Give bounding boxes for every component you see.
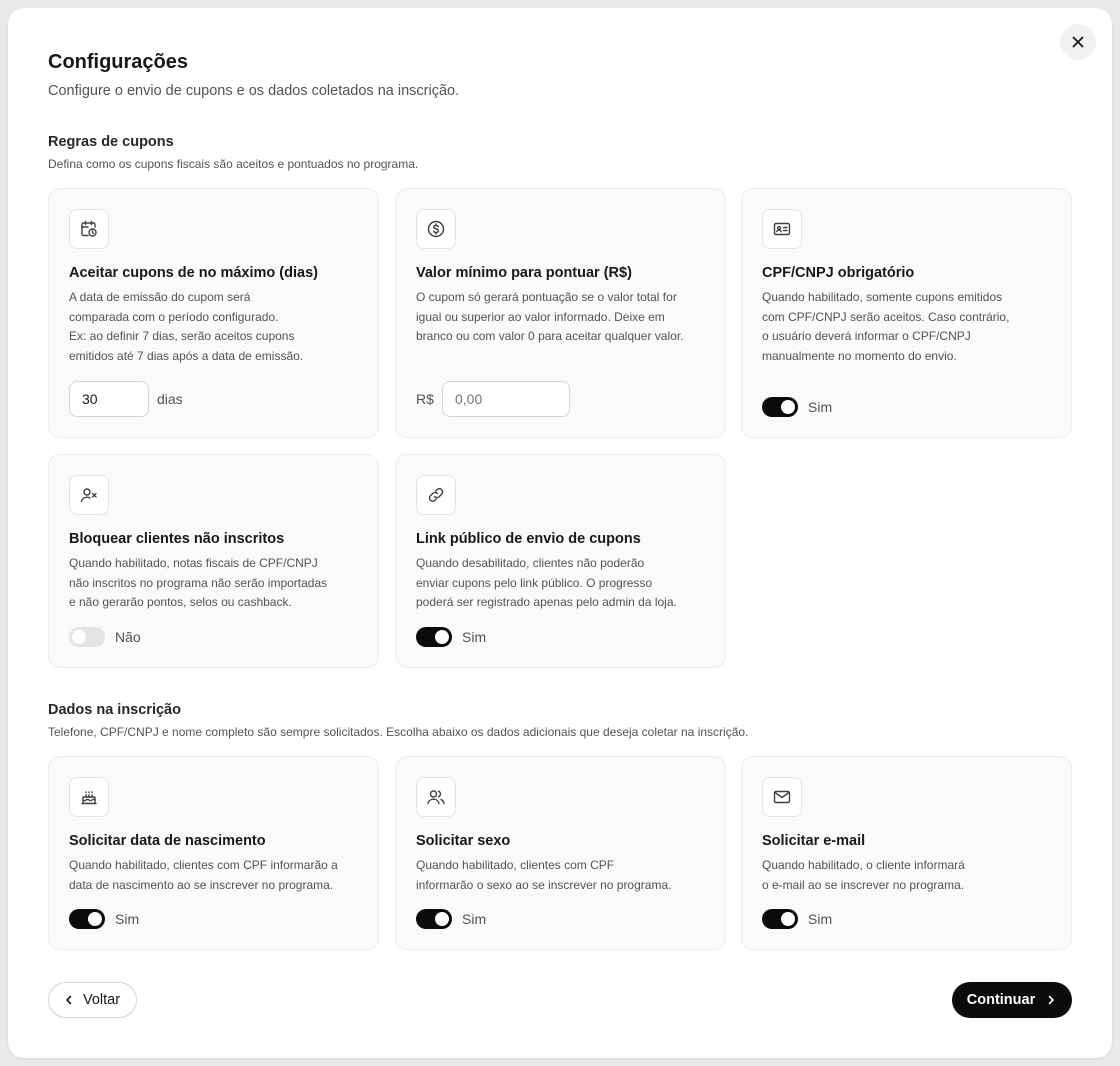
public-link-description: Quando desabilitado, clientes não poderã…	[416, 554, 706, 613]
description-line: informarão o sexo ao se inscrever no pro…	[416, 877, 672, 892]
dialog-header: Configurações Configure o envio de cupon…	[48, 51, 459, 99]
max-days-unit: dias	[157, 391, 183, 407]
signup-data-title: Dados na inscrição	[48, 702, 181, 718]
block-unregistered-title: Bloquear clientes não inscritos	[69, 531, 285, 547]
user-x-icon	[69, 475, 109, 515]
gender-card: Solicitar sexo Quando habilitado, client…	[395, 756, 726, 950]
dollar-circle-icon	[416, 209, 456, 249]
gender-toggle-label: Sim	[462, 911, 487, 927]
public-link-toggle[interactable]	[416, 627, 452, 647]
cpf-required-toggle-row: Sim	[762, 397, 832, 417]
description-line: poderá ser registrado apenas pelo admin …	[416, 595, 677, 609]
toggle-knob	[781, 400, 795, 414]
calendar-clock-icon	[69, 209, 109, 249]
birthdate-toggle-row: Sim	[69, 909, 139, 929]
gender-description: Quando habilitado, clientes com CPF info…	[416, 856, 706, 895]
toggle-knob	[435, 630, 449, 644]
description-line: o usuário deverá informar o CPF/CNPJ	[762, 329, 971, 343]
signup-data-description: Telefone, CPF/CNPJ e nome completo são s…	[48, 725, 749, 739]
description-line: igual ou superior ao valor informado. De…	[416, 309, 665, 324]
toggle-knob	[781, 912, 795, 926]
block-unregistered-description: Quando habilitado, notas fiscais de CPF/…	[69, 554, 359, 613]
birthdate-toggle-label: Sim	[115, 911, 140, 927]
chevron-right-icon	[1045, 994, 1057, 1006]
public-link-title: Link público de envio de cupons	[416, 531, 641, 547]
back-button[interactable]: Voltar	[48, 982, 138, 1018]
block-unregistered-toggle[interactable]	[69, 627, 105, 647]
users-icon	[416, 777, 456, 817]
close-icon	[1071, 35, 1085, 49]
dialog-subtitle: Configure o envio de cupons e os dados c…	[48, 83, 460, 99]
public-link-card: Link público de envio de cupons Quando d…	[395, 454, 726, 668]
chevron-left-icon	[63, 994, 75, 1006]
link-icon	[416, 475, 456, 515]
birthdate-card: Solicitar data de nascimento Quando habi…	[48, 756, 379, 950]
description-line: Quando desabilitado, clientes não poderã…	[416, 556, 645, 570]
toggle-knob	[72, 630, 86, 644]
gender-toggle[interactable]	[416, 909, 452, 929]
cpf-required-card: CPF/CNPJ obrigatório Quando habilitado, …	[741, 188, 1072, 438]
cpf-required-toggle-label: Sim	[808, 399, 833, 415]
description-line: Ex: ao definir 7 dias, serão aceitos cup…	[69, 329, 295, 343]
cpf-required-description: Quando habilitado, somente cupons emitid…	[762, 288, 1052, 366]
continue-button-label: Continuar	[966, 992, 1036, 1008]
public-link-toggle-row: Sim	[416, 627, 486, 647]
description-line: Quando habilitado, o cliente informará	[762, 858, 965, 872]
mail-icon	[762, 777, 802, 817]
cpf-required-toggle[interactable]	[762, 397, 798, 417]
continue-button[interactable]: Continuar	[952, 982, 1072, 1018]
description-line: O cupom só gerará pontuação se o valor t…	[416, 290, 677, 304]
birthdate-toggle[interactable]	[69, 909, 105, 929]
description-line: comparada com o período configurado.	[69, 309, 279, 324]
description-line: branco ou com valor 0 para aceitar qualq…	[416, 329, 684, 343]
description-line: emitidos até 7 dias após a data de emiss…	[69, 348, 304, 363]
email-toggle[interactable]	[762, 909, 798, 929]
description-line: Quando habilitado, clientes com CPF info…	[69, 858, 338, 872]
close-button[interactable]	[1060, 24, 1096, 60]
description-line: e não gerarão pontos, selos ou cashback.	[69, 595, 292, 609]
max-days-title: Aceitar cupons de no máximo (dias)	[69, 265, 318, 281]
min-value-description: O cupom só gerará pontuação se o valor t…	[416, 288, 706, 347]
max-days-input[interactable]	[69, 381, 149, 417]
gender-toggle-row: Sim	[416, 909, 486, 929]
description-line: com CPF/CNPJ serão aceitos. Caso contrár…	[762, 309, 1010, 324]
description-line: data de nascimento ao se inscrever no pr…	[69, 877, 334, 892]
description-line: Quando habilitado, clientes com CPF	[416, 858, 615, 872]
toggle-knob	[88, 912, 102, 926]
min-value-card: Valor mínimo para pontuar (R$) O cupom s…	[395, 188, 726, 438]
email-title: Solicitar e-mail	[762, 833, 866, 849]
description-line: não inscritos no programa não serão impo…	[69, 575, 328, 590]
dialog-title: Configurações	[48, 51, 189, 73]
birthdate-title: Solicitar data de nascimento	[69, 833, 266, 849]
coupon-rules-title: Regras de cupons	[48, 134, 174, 150]
description-line: o e-mail ao se inscrever no programa.	[762, 877, 965, 892]
email-card: Solicitar e-mail Quando habilitado, o cl…	[741, 756, 1072, 950]
public-link-toggle-label: Sim	[462, 629, 487, 645]
description-line: enviar cupons pelo link público. O progr…	[416, 575, 653, 590]
birthdate-description: Quando habilitado, clientes com CPF info…	[69, 856, 359, 895]
id-card-icon	[762, 209, 802, 249]
min-value-input[interactable]	[442, 381, 570, 417]
description-line: A data de emissão do cupom será	[69, 290, 251, 304]
min-value-title: Valor mínimo para pontuar (R$)	[416, 265, 632, 281]
coupon-rules-description: Defina como os cupons fiscais são aceito…	[48, 157, 419, 171]
toggle-knob	[435, 912, 449, 926]
back-button-label: Voltar	[83, 992, 121, 1008]
description-line: manualmente no momento do envio.	[762, 348, 957, 363]
max-days-description: A data de emissão do cupom será comparad…	[69, 288, 359, 366]
cpf-required-title: CPF/CNPJ obrigatório	[762, 265, 915, 281]
email-toggle-label: Sim	[808, 911, 833, 927]
email-description: Quando habilitado, o cliente informará o…	[762, 856, 1052, 895]
settings-dialog: Configurações Configure o envio de cupon…	[8, 8, 1112, 1058]
block-unregistered-toggle-row: Não	[69, 627, 141, 647]
block-unregistered-toggle-label: Não	[115, 629, 141, 645]
max-days-card: Aceitar cupons de no máximo (dias) A dat…	[48, 188, 379, 438]
email-toggle-row: Sim	[762, 909, 832, 929]
cake-icon	[69, 777, 109, 817]
description-line: Quando habilitado, somente cupons emitid…	[762, 290, 1003, 304]
description-line: Quando habilitado, notas fiscais de CPF/…	[69, 556, 318, 570]
block-unregistered-card: Bloquear clientes não inscritos Quando h…	[48, 454, 379, 668]
gender-title: Solicitar sexo	[416, 833, 511, 849]
currency-label: R$	[416, 391, 434, 407]
